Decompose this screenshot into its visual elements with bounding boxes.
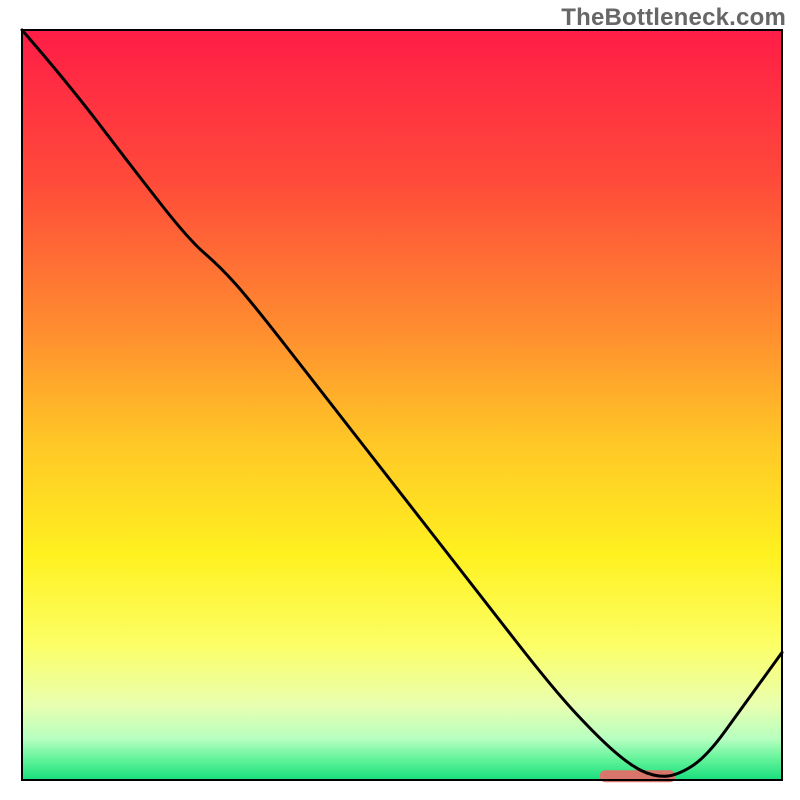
chart-canvas [0,0,800,800]
gradient-background [22,30,782,780]
bottleneck-chart: TheBottleneck.com [0,0,800,800]
watermark-text: TheBottleneck.com [561,4,786,32]
